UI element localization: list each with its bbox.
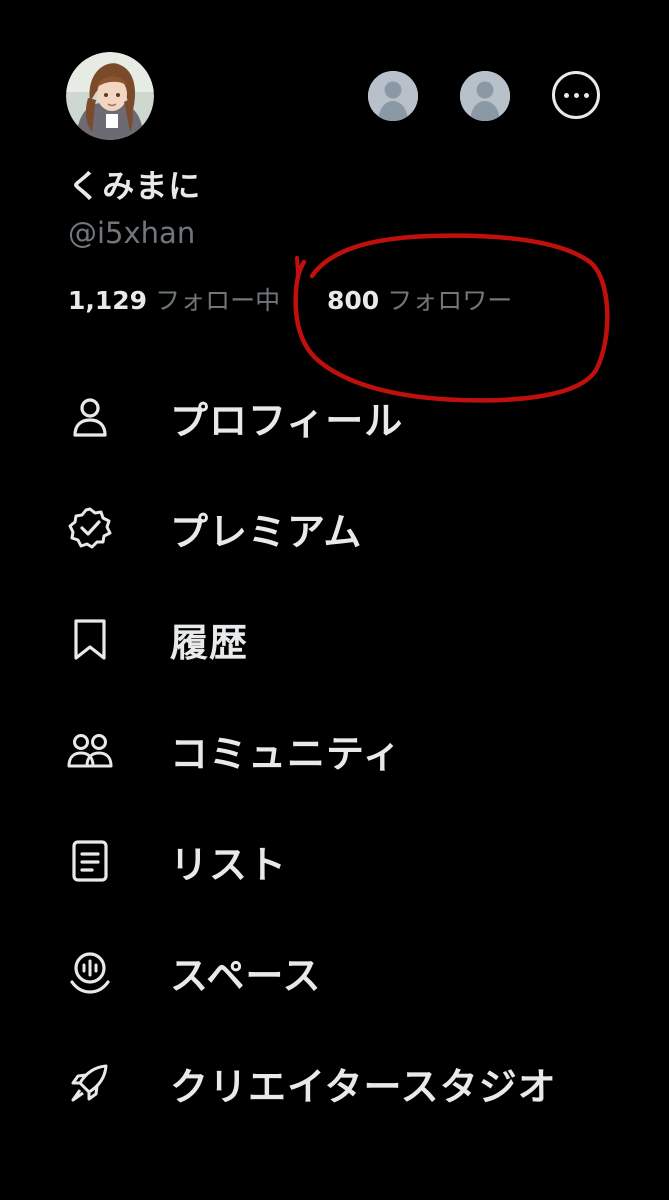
account-avatar-1[interactable] <box>368 71 418 121</box>
menu-item-spaces[interactable]: スペース <box>0 915 669 1027</box>
default-avatar-icon <box>368 71 418 121</box>
more-dot-icon <box>563 92 569 98</box>
microphone-icon <box>70 952 110 994</box>
handle: @i5xhan <box>68 216 196 250</box>
menu-item-label: リスト <box>170 843 288 887</box>
following-link[interactable]: 1,129 フォロー中 <box>68 281 320 317</box>
followers-count: 800 <box>327 286 380 315</box>
avatar-image <box>66 52 154 140</box>
menu-item-label: スペース <box>170 954 322 998</box>
menu-item-label: プロフィール <box>170 399 404 443</box>
menu-item-communities[interactable]: コミュニティ <box>0 693 669 805</box>
menu-item-label: コミュニティ <box>170 732 402 776</box>
verified-badge-icon <box>68 507 112 549</box>
menu-item-creator-studio[interactable]: クリエイタースタジオ <box>0 1026 669 1138</box>
list-icon <box>72 840 108 882</box>
following-count: 1,129 <box>68 286 148 315</box>
display-name: くみまに <box>68 167 202 205</box>
account-avatar-2[interactable] <box>460 71 510 121</box>
rocket-icon <box>71 1064 108 1102</box>
menu-item-history[interactable]: 履歴 <box>0 582 669 694</box>
menu-item-profile[interactable]: プロフィール <box>0 360 669 472</box>
default-avatar-icon <box>460 71 510 121</box>
menu-item-label: プレミアム <box>170 510 363 554</box>
bookmark-icon <box>74 619 106 660</box>
more-dot-icon <box>573 92 579 98</box>
person-icon <box>73 398 107 437</box>
followers-label: フォロワー <box>387 286 513 315</box>
more-options-button[interactable] <box>552 71 600 119</box>
account-switcher <box>368 71 600 121</box>
more-dot-icon <box>583 92 589 98</box>
followers-link[interactable]: 800 フォロワー <box>327 281 512 317</box>
menu-item-lists[interactable]: リスト <box>0 804 669 916</box>
people-icon <box>67 734 113 768</box>
menu-item-premium[interactable]: プレミアム <box>0 471 669 583</box>
menu-item-label: クリエイタースタジオ <box>170 1065 557 1109</box>
avatar[interactable] <box>66 52 154 140</box>
following-label: フォロー中 <box>155 286 281 315</box>
menu-item-label: 履歴 <box>170 621 249 665</box>
